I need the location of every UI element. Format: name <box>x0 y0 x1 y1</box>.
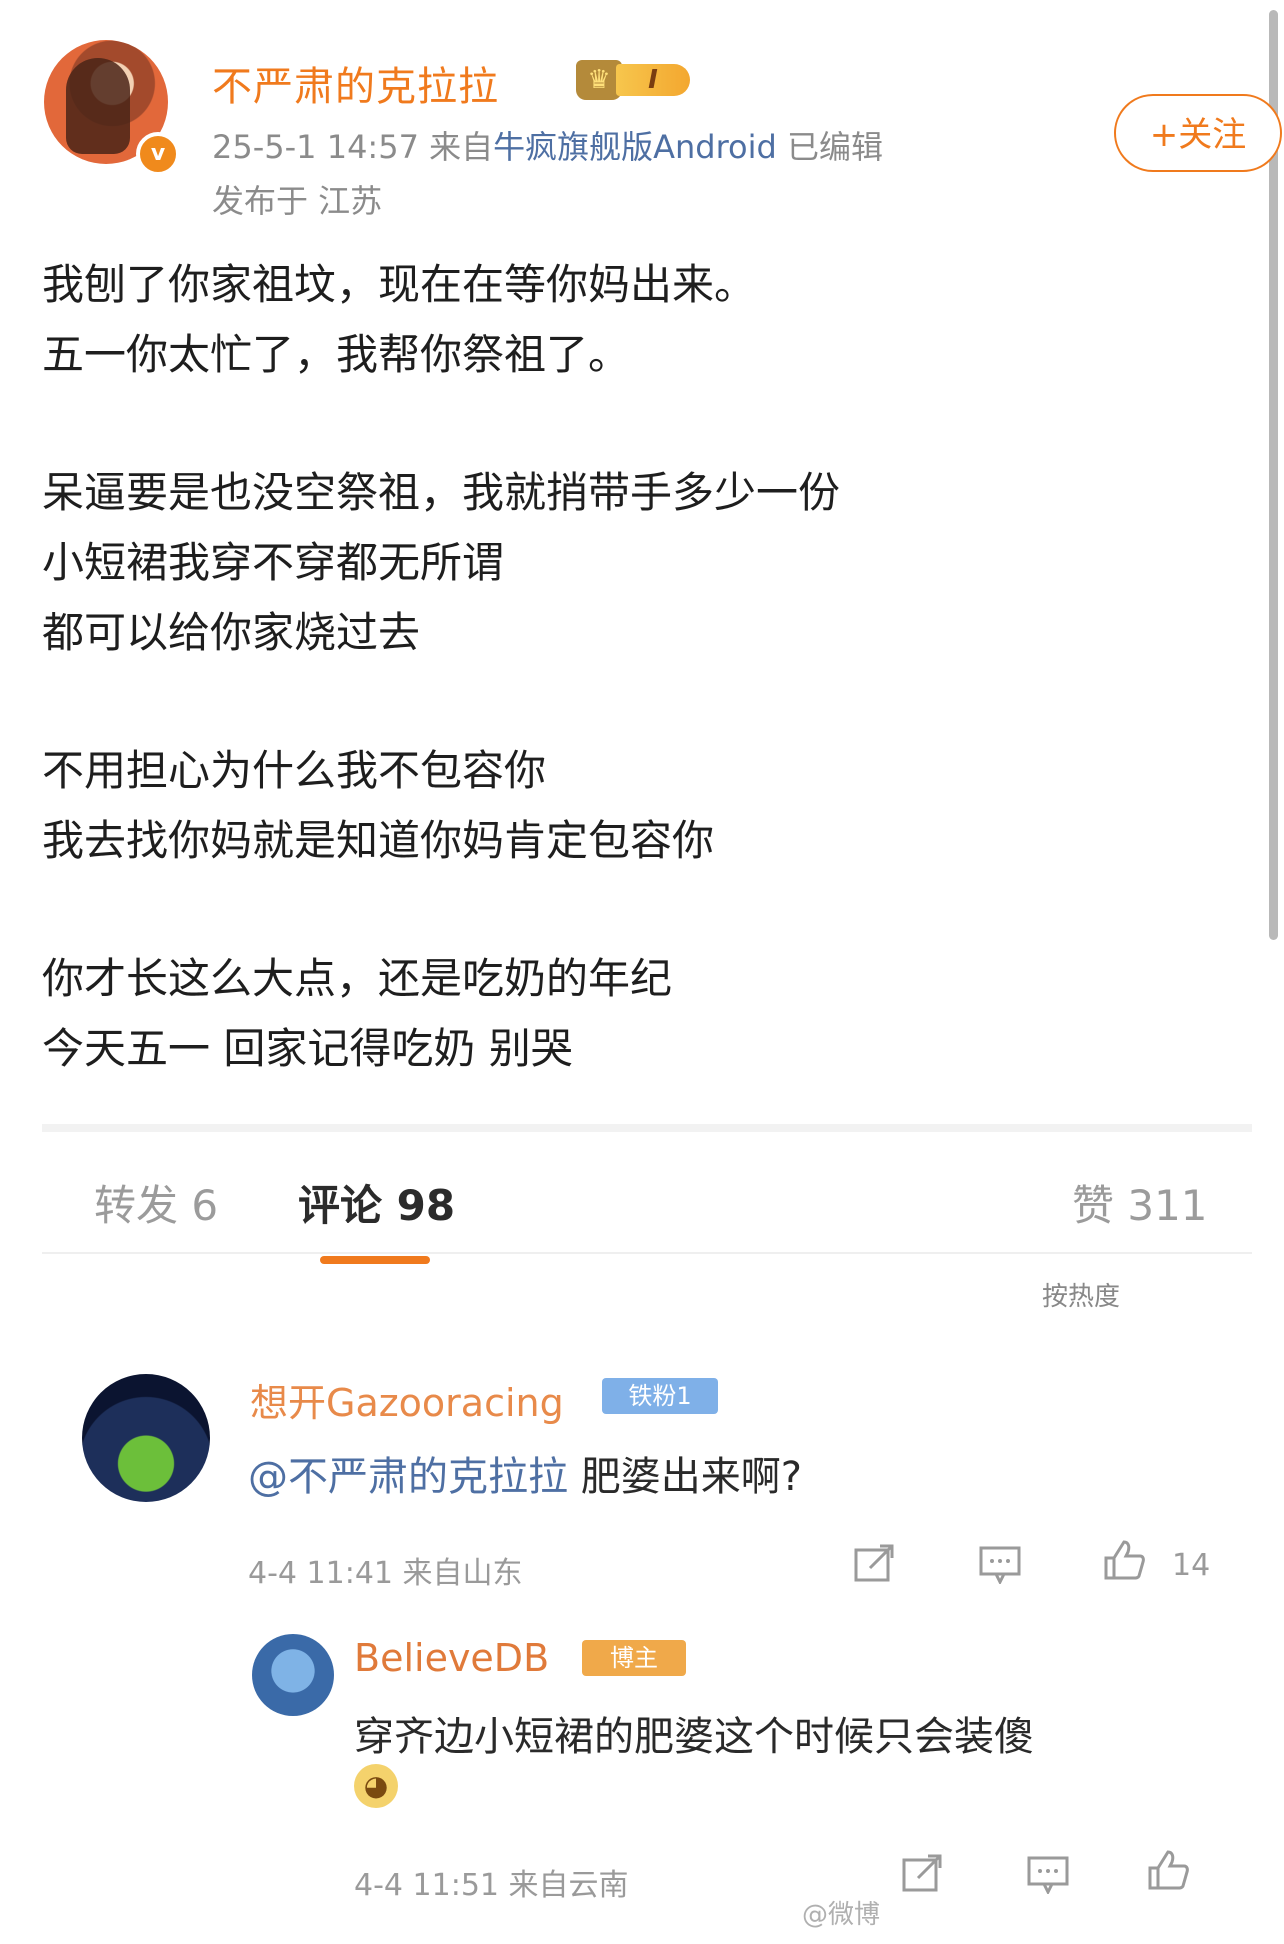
divider <box>42 1124 1252 1132</box>
verified-icon: v <box>136 132 180 176</box>
source-link[interactable]: 牛疯旗舰版Android <box>493 128 777 166</box>
post-line: 呆逼要是也没空祭祖，我就捎带手多少一份 <box>42 468 841 517</box>
tab-underline <box>320 1256 430 1264</box>
username[interactable]: 不严肃的克拉拉 <box>212 54 499 112</box>
reply-avatar[interactable] <box>252 1634 334 1716</box>
post-line: 今天五一 回家记得吃奶 别哭 <box>42 1024 573 1073</box>
mention-link[interactable]: @不严肃的克拉拉 <box>248 1454 568 1500</box>
vip-level: I <box>616 64 690 96</box>
author-badge: 博主 <box>582 1640 686 1676</box>
sort-option[interactable]: 按热度 <box>1042 1276 1120 1313</box>
post-line: 不用担心为什么我不包容你 <box>42 746 547 795</box>
like-count: 14 <box>1172 1548 1211 1583</box>
comment-icon[interactable] <box>978 1544 1022 1584</box>
comment-icon[interactable] <box>1026 1854 1070 1894</box>
comment-meta: 4-4 11:41 来自山东 <box>248 1556 523 1591</box>
embedded-screenshot[interactable]: 转发 6 评论 98 赞 311 按热度 想开Gazooracing 铁粉1 @… <box>42 1124 1252 1944</box>
tab-repost[interactable]: 转发 6 <box>94 1172 218 1233</box>
like-icon[interactable] <box>1146 1850 1190 1890</box>
comment-tabs: 转发 6 评论 98 赞 311 <box>42 1132 1252 1254</box>
tab-comments[interactable]: 评论 98 <box>298 1172 455 1233</box>
commenter-avatar[interactable] <box>82 1374 210 1502</box>
doge-emoji-icon: ◕ <box>354 1764 398 1808</box>
commenter-name[interactable]: 想开Gazooracing <box>250 1372 564 1427</box>
post-line: 小短裙我穿不穿都无所谓 <box>42 538 505 587</box>
reply-meta: 4-4 11:51 来自云南 <box>354 1868 629 1903</box>
post-line: 我刨了你家祖坟，现在在等你妈出来。 <box>42 260 757 309</box>
tab-likes[interactable]: 赞 311 <box>1072 1172 1208 1233</box>
watermark: @微博 <box>802 1900 881 1930</box>
post-header: v 不严肃的克拉拉 ♛ I 25-5-1 14:57 来自牛疯旗舰版Androi… <box>40 40 1282 220</box>
fan-badge: 铁粉1 <box>602 1378 718 1414</box>
reply-text: 穿齐边小短裙的肥婆这个时候只会装傻 <box>354 1714 1034 1760</box>
post-body: 我刨了你家祖坟，现在在等你妈出来。 五一你太忙了，我帮你祭祖了。 呆逼要是也没空… <box>42 250 1222 1084</box>
comment-body: 肥婆出来啊? <box>568 1454 802 1500</box>
share-icon[interactable] <box>900 1854 944 1894</box>
post-line: 我去找你妈就是知道你妈肯定包容你 <box>42 816 715 865</box>
post-line: 都可以给你家烧过去 <box>42 608 421 657</box>
follow-button[interactable]: +关注 <box>1114 94 1282 172</box>
post-meta: 25-5-1 14:57 来自牛疯旗舰版Android 已编辑 <box>212 122 883 168</box>
post-line: 五一你太忙了，我帮你祭祖了。 <box>42 330 631 379</box>
reply-name[interactable]: BelieveDB <box>354 1636 549 1680</box>
share-icon[interactable] <box>852 1544 896 1584</box>
location: 发布于 江苏 <box>212 182 383 220</box>
vip-badge[interactable]: ♛ I <box>576 60 694 100</box>
post-line: 你才长这么大点，还是吃奶的年纪 <box>42 954 673 1003</box>
source-prefix: 来自 <box>429 128 494 166</box>
avatar-hair <box>66 58 130 154</box>
comment-text: @不严肃的克拉拉 肥婆出来啊? <box>248 1444 802 1502</box>
edited-label[interactable]: 已编辑 <box>787 128 883 166</box>
like-icon[interactable] <box>1102 1540 1146 1580</box>
timestamp: 25-5-1 14:57 <box>212 128 419 166</box>
